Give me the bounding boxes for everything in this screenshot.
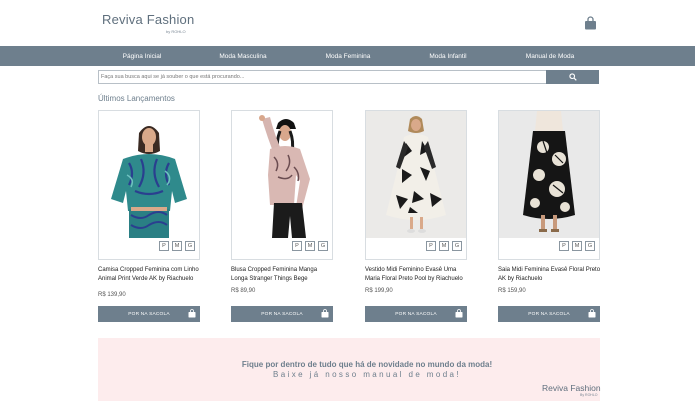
banner-brand-name: Reviva Fashion: [542, 383, 601, 393]
product-card: P M G Camisa Cropped Feminina com Linho …: [98, 110, 200, 325]
size-options: P M G: [292, 241, 328, 251]
product-photo: [499, 111, 599, 238]
main-nav: Página Inicial Moda Masculina Moda Femin…: [0, 46, 695, 66]
size-g[interactable]: G: [452, 241, 462, 251]
nav-item-women[interactable]: Moda Feminina: [326, 53, 371, 60]
shopping-bag-icon: [455, 309, 463, 318]
product-price: R$ 139,90: [98, 292, 126, 298]
size-p[interactable]: P: [292, 241, 302, 251]
banner-brand-tagline: By ROHLO: [580, 393, 598, 397]
product-price: R$ 89,90: [231, 288, 256, 294]
product-card: P M G Vestido Midi Feminino Evasê Uma Ma…: [365, 110, 467, 325]
size-m[interactable]: M: [572, 241, 582, 251]
size-p[interactable]: P: [426, 241, 436, 251]
size-p[interactable]: P: [559, 241, 569, 251]
product-name[interactable]: Vestido Midi Feminino Evasê Uma Maria Fl…: [365, 266, 469, 283]
add-to-bag-button[interactable]: POR NA SACOLA: [498, 306, 600, 322]
search-bar: [98, 70, 600, 84]
brand-logo[interactable]: Reviva Fashion by ROHLO: [102, 12, 195, 34]
shopping-bag-icon[interactable]: [584, 16, 597, 30]
add-to-bag-label: POR NA SACOLA: [261, 311, 303, 317]
shopping-bag-icon: [321, 309, 329, 318]
product-image-frame[interactable]: P M G: [498, 110, 600, 260]
search-input[interactable]: [98, 70, 556, 84]
size-m[interactable]: M: [305, 241, 315, 251]
shopping-bag-icon: [588, 309, 596, 318]
add-to-bag-button[interactable]: POR NA SACOLA: [231, 306, 333, 322]
size-p[interactable]: P: [159, 241, 169, 251]
shopping-bag-icon: [188, 309, 196, 318]
product-price: R$ 199,90: [365, 288, 393, 294]
nav-item-home[interactable]: Página Inicial: [123, 53, 162, 60]
product-photo: [99, 111, 199, 238]
banner-headline: Fique por dentro de tudo que há de novid…: [241, 360, 493, 369]
add-to-bag-button[interactable]: POR NA SACOLA: [365, 306, 467, 322]
nav-item-kids[interactable]: Moda Infantil: [429, 53, 466, 60]
product-name[interactable]: Blusa Cropped Feminina Manga Longa Stran…: [231, 266, 335, 283]
product-image-frame[interactable]: P M G: [365, 110, 467, 260]
search-icon: [568, 73, 577, 81]
brand-name: Reviva Fashion: [102, 12, 195, 27]
product-price: R$ 159,90: [498, 288, 526, 294]
banner-subline: Baixe já nosso manual de moda!: [272, 370, 462, 379]
product-photo: [366, 111, 466, 238]
nav-item-men[interactable]: Moda Masculina: [219, 53, 266, 60]
search-button[interactable]: [546, 70, 599, 84]
product-card: P M G Saia Midi Feminina Evasê Floral Pr…: [498, 110, 600, 325]
add-to-bag-button[interactable]: POR NA SACOLA: [98, 306, 200, 322]
size-m[interactable]: M: [439, 241, 449, 251]
product-image-frame[interactable]: P M G: [98, 110, 200, 260]
size-m[interactable]: M: [172, 241, 182, 251]
nav-item-fashion-manual[interactable]: Manual de Moda: [526, 53, 574, 60]
size-options: P M G: [159, 241, 195, 251]
brand-tagline: by ROHLO: [166, 29, 186, 34]
product-name[interactable]: Camisa Cropped Feminina com Linho Animal…: [98, 266, 202, 283]
size-options: P M G: [559, 241, 595, 251]
newsletter-banner[interactable]: Fique por dentro de tudo que há de novid…: [98, 338, 601, 401]
size-g[interactable]: G: [318, 241, 328, 251]
size-g[interactable]: G: [185, 241, 195, 251]
product-image-frame[interactable]: P M G: [231, 110, 333, 260]
product-photo: [232, 111, 332, 238]
product-card: P M G Blusa Cropped Feminina Manga Longa…: [231, 110, 333, 325]
add-to-bag-label: POR NA SACOLA: [128, 311, 170, 317]
size-g[interactable]: G: [585, 241, 595, 251]
add-to-bag-label: POR NA SACOLA: [528, 311, 570, 317]
product-name[interactable]: Saia Midi Feminina Evasê Floral Preto AK…: [498, 266, 602, 283]
add-to-bag-label: POR NA SACOLA: [395, 311, 437, 317]
section-title: Últimos Lançamentos: [98, 94, 175, 103]
size-options: P M G: [426, 241, 462, 251]
site-header: Reviva Fashion by ROHLO: [0, 0, 695, 46]
